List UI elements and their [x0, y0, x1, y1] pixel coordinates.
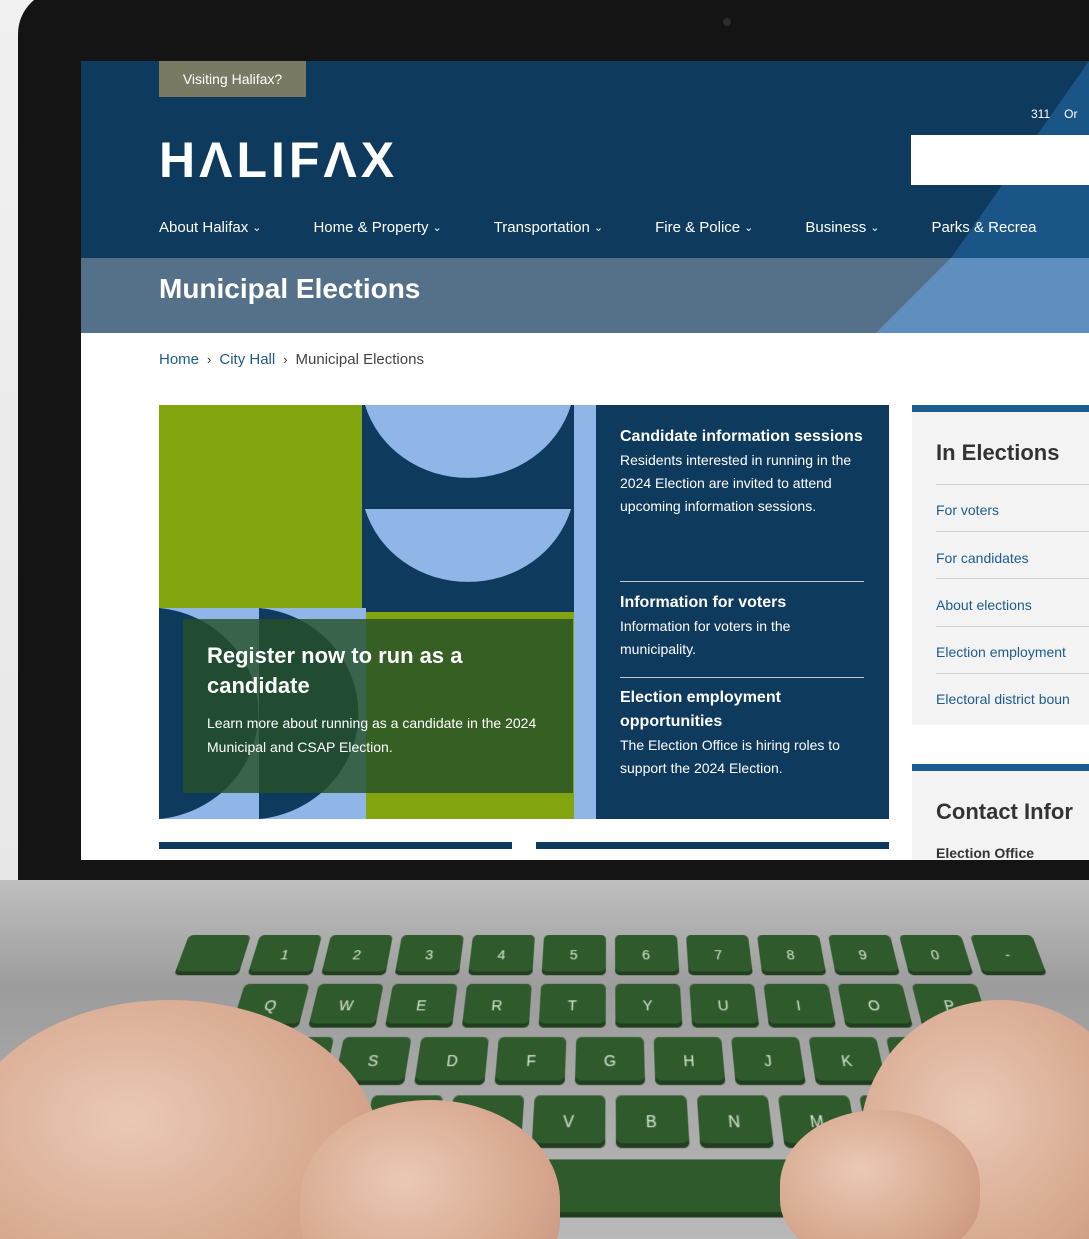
browser-screen: Visiting Halifax? 311 Or HΛLIFΛX About H… — [81, 61, 1089, 860]
keyboard-key: R — [461, 983, 532, 1028]
sidebar-in-elections: In Elections For voters For candidates A… — [912, 405, 1089, 725]
keyboard-key: 4 — [467, 935, 535, 976]
breadcrumb-home[interactable]: Home — [159, 351, 199, 368]
feature-title[interactable]: Election employment opportunities — [620, 686, 864, 734]
hero-title[interactable]: Register now to run as a candidate — [207, 641, 537, 701]
keyboard-key: B — [615, 1095, 690, 1149]
divider — [936, 578, 1089, 579]
feature-panel: Candidate information sessions Residents… — [596, 405, 889, 819]
contact-title: Contact Infor — [936, 799, 1073, 824]
keyboard-key: U — [688, 983, 759, 1028]
keyboard-key: V — [530, 1095, 605, 1149]
feature-text: Information for voters in the municipali… — [620, 618, 791, 657]
feature-text: The Election Office is hiring roles to s… — [620, 737, 840, 776]
keyboard-key: 7 — [685, 935, 753, 976]
divider — [936, 626, 1089, 627]
keyboard-key: N — [696, 1095, 774, 1149]
keyboard-key: J — [731, 1037, 807, 1086]
sidebar-link-electoral-districts[interactable]: Electoral district boun — [936, 691, 1070, 707]
breadcrumb-city-hall[interactable]: City Hall — [219, 351, 275, 368]
keyboard-key: T — [538, 983, 606, 1028]
keyboard-key: 9 — [827, 935, 900, 976]
keyboard-key: 3 — [394, 935, 464, 976]
hero-description: Learn more about running as a candidate … — [207, 715, 537, 755]
sidebar-link-for-candidates[interactable]: For candidates — [936, 550, 1029, 566]
sidebar-title: In Elections — [936, 440, 1060, 465]
hero-banner[interactable]: Register now to run as a candidate Learn… — [159, 405, 596, 819]
breadcrumb: Home › City Hall › Municipal Elections — [159, 351, 424, 368]
breadcrumb-current: Municipal Elections — [295, 351, 424, 368]
keyboard-key: Y — [614, 983, 682, 1028]
feature-candidate-sessions[interactable]: Candidate information sessions Residents… — [620, 425, 864, 518]
breadcrumb-separator-icon: › — [207, 352, 212, 367]
contact-info-box: Contact Infor Election Office — [912, 764, 1089, 860]
keyboard-key: 6 — [614, 935, 679, 976]
divider — [936, 531, 1089, 532]
breadcrumb-separator-icon: › — [283, 352, 288, 367]
sidebar-link-election-employment[interactable]: Election employment — [936, 644, 1066, 660]
keyboard-key: I — [762, 983, 836, 1028]
keyboard-key: 5 — [541, 935, 606, 976]
keyboard-key: - — [969, 935, 1047, 976]
keyboard-key: 8 — [756, 935, 826, 976]
divider — [936, 484, 1089, 485]
card-top-border — [536, 842, 889, 849]
sidebar-link-for-voters[interactable]: For voters — [936, 502, 999, 518]
page-title: Municipal Elections — [159, 273, 421, 304]
photo-scene: 1234567890- QWERTYUIOP ASDFGHJKL ZXCVBNM… — [0, 0, 1089, 1239]
feature-info-voters[interactable]: Information for voters Information for v… — [620, 591, 864, 661]
divider — [936, 673, 1089, 674]
keyboard-key: G — [574, 1037, 646, 1086]
divider — [620, 677, 864, 678]
keyboard-key: 1 — [247, 935, 322, 976]
feature-employment[interactable]: Election employment opportunities The El… — [620, 686, 864, 780]
keyboard-key: 2 — [320, 935, 393, 976]
feature-text: Residents interested in running in the 2… — [620, 452, 852, 514]
keyboard-key: 0 — [898, 935, 973, 976]
keyboard-key: D — [413, 1037, 489, 1086]
keyboard-key: F — [494, 1037, 567, 1086]
feature-title[interactable]: Information for voters — [620, 591, 864, 615]
keyboard-key: H — [653, 1037, 726, 1086]
contact-subtitle: Election Office — [936, 845, 1035, 860]
keyboard-key: W — [307, 983, 384, 1028]
keyboard-key: O — [836, 983, 913, 1028]
divider — [620, 581, 864, 582]
keyboard-key — [173, 935, 251, 976]
key-row-numbers: 1234567890- — [92, 935, 1089, 976]
card-top-border — [159, 842, 512, 849]
feature-title[interactable]: Candidate information sessions — [620, 425, 864, 449]
sidebar-link-about-elections[interactable]: About elections — [936, 597, 1032, 613]
webcam — [723, 18, 731, 26]
keyboard-key: E — [384, 983, 458, 1028]
